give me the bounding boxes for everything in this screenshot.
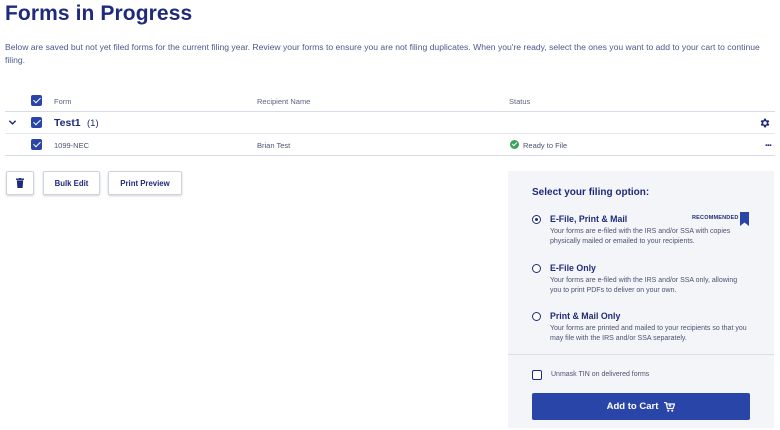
radio-efile-only[interactable]: [532, 264, 541, 273]
gear-icon[interactable]: [759, 117, 771, 129]
status-check-icon: [510, 140, 519, 149]
intro-text: Below are saved but not yet filed forms …: [5, 42, 760, 65]
col-status: Status: [509, 97, 531, 106]
option-description: Your forms are printed and mailed to you…: [550, 325, 747, 342]
delete-button[interactable]: [6, 171, 34, 195]
bulk-edit-button[interactable]: Bulk Edit: [43, 171, 100, 195]
option-description: Your forms are e-filed with the IRS and/…: [550, 277, 738, 294]
col-recipient: Recipient Name: [257, 97, 311, 106]
radio-efile-print-mail[interactable]: [532, 215, 541, 224]
table-row[interactable]: 1099-NEC Brian Test Ready to File ...: [5, 134, 775, 156]
add-to-cart-button[interactable]: Add to Cart: [532, 393, 750, 420]
group-checkbox[interactable]: [31, 117, 42, 128]
print-preview-button[interactable]: Print Preview: [108, 171, 182, 195]
chevron-down-icon[interactable]: [8, 118, 17, 127]
option-label: E-File Only: [550, 263, 596, 273]
option-label: Print & Mail Only: [550, 311, 621, 321]
radio-print-mail-only[interactable]: [532, 312, 541, 321]
recommended-badge: RECOMMENDED: [692, 215, 739, 221]
row-menu-icon[interactable]: ...: [765, 137, 772, 149]
col-form: Form: [54, 97, 72, 106]
unmask-tin-label: Unmask TIN on delivered forms: [551, 371, 650, 378]
cart-icon: [664, 401, 676, 412]
option-label: E-File, Print & Mail: [550, 214, 628, 224]
forms-table: Form Recipient Name Status Test1 (1) 109…: [5, 90, 775, 156]
add-to-cart-label: Add to Cart: [606, 401, 659, 412]
unmask-tin-checkbox[interactable]: [532, 370, 542, 380]
row-status: Ready to File: [523, 141, 568, 150]
row-form: 1099-NEC: [54, 141, 90, 150]
group-count: (1): [87, 118, 99, 129]
panel-divider: [508, 354, 774, 355]
group-name: Test1: [54, 117, 81, 129]
trash-icon: [16, 178, 24, 188]
option-description: Your forms are e-filed with the IRS and/…: [550, 228, 731, 245]
group-row: Test1 (1): [5, 112, 775, 134]
row-recipient: Brian Test: [257, 141, 291, 150]
bookmark-icon: [740, 212, 749, 226]
filing-title: Select your filing option:: [532, 187, 650, 198]
table-header: Form Recipient Name Status: [5, 90, 775, 112]
row-checkbox[interactable]: [31, 139, 42, 150]
page-title: Forms in Progress: [5, 2, 193, 25]
select-all-checkbox[interactable]: [31, 95, 42, 106]
filing-options-panel: Select your filing option: E-File, Print…: [508, 171, 774, 428]
